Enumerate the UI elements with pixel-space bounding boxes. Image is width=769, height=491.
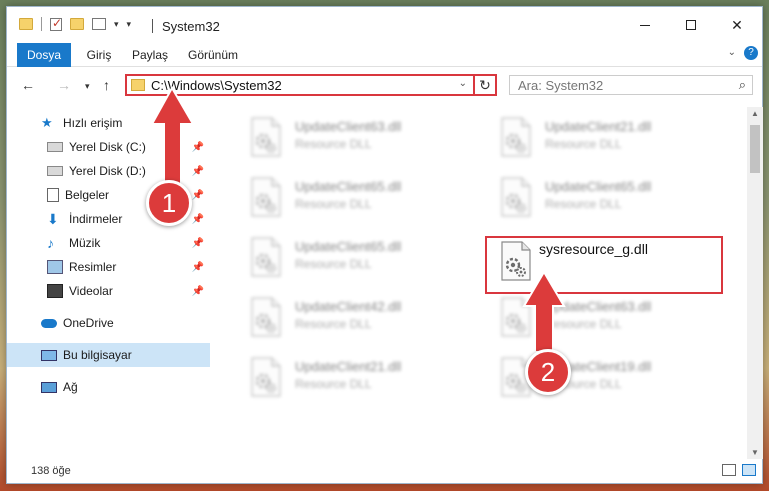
step-badge-2: 2: [525, 349, 571, 395]
arrow-up-to-file: [522, 270, 566, 353]
step-badge-1: 1: [146, 180, 192, 226]
arrow-up-to-address: [150, 85, 195, 191]
annotation-arrows: [150, 85, 566, 353]
